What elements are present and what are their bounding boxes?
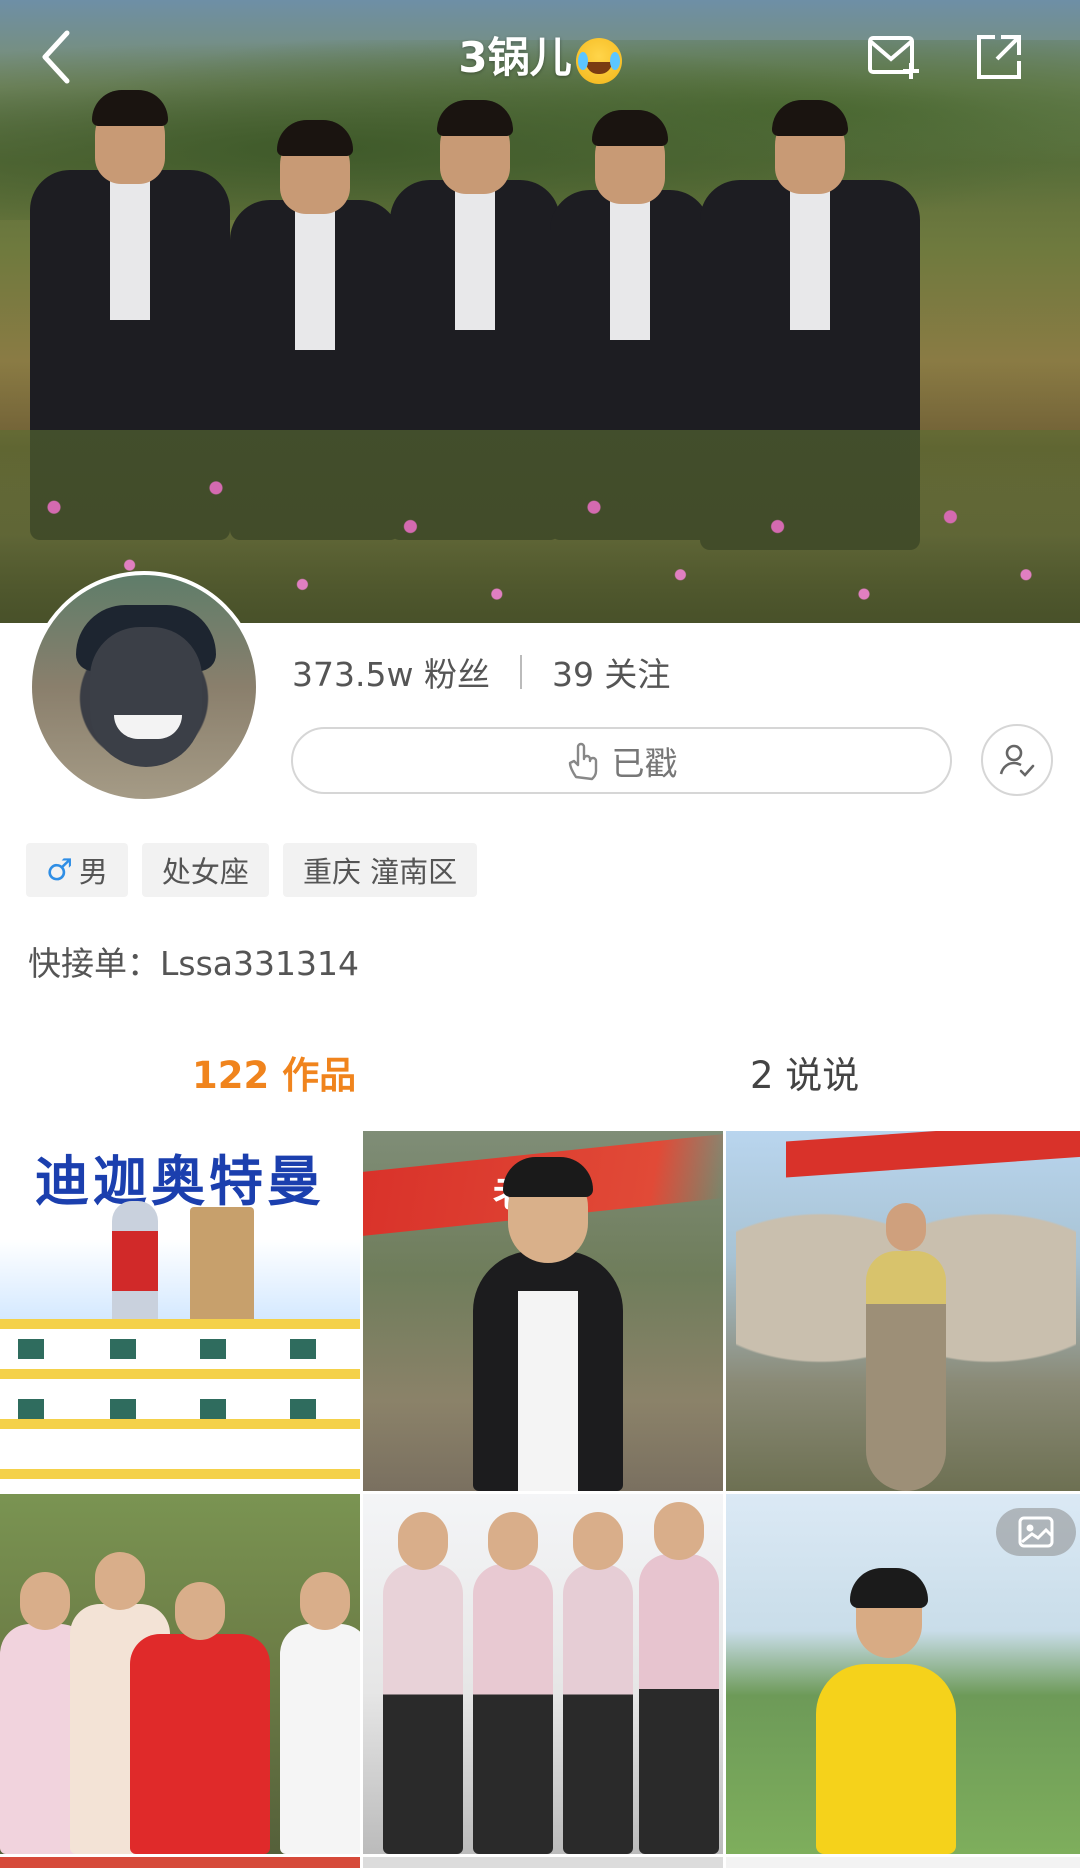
thumbnail-caption: 迪迦奥特曼 <box>35 1149 325 1213</box>
cover-image: 3锅儿 <box>0 0 1080 623</box>
thumbnail-figure <box>190 1207 254 1337</box>
tag-label: 处女座 <box>161 855 249 889</box>
profile-stats: 373.5w 粉丝 39 关注 <box>292 648 670 696</box>
finger-tap-icon <box>568 742 597 780</box>
message-button[interactable] <box>866 28 924 86</box>
male-icon: ♂ <box>46 852 73 888</box>
thumbnail-figure <box>563 1512 633 1854</box>
thumbnail-figure <box>473 1157 623 1491</box>
stats-divider <box>519 655 522 689</box>
poked-button[interactable]: 已戳 <box>291 727 952 794</box>
profile-tags: ♂ 男 处女座 重庆 潼南区 <box>26 843 478 897</box>
thumbnail-figure <box>816 1568 956 1854</box>
share-icon <box>977 35 1021 79</box>
gallery-icon <box>1018 1516 1054 1548</box>
tag-location: 重庆 潼南区 <box>282 843 478 897</box>
work-thumbnail[interactable] <box>0 1857 360 1868</box>
share-button[interactable] <box>970 28 1028 86</box>
work-thumbnail[interactable] <box>363 1494 723 1854</box>
tag-label: 男 <box>78 855 108 889</box>
work-thumbnail[interactable] <box>0 1494 360 1854</box>
work-thumbnail[interactable]: 迪迦奥特曼 <box>0 1131 360 1491</box>
work-thumbnail[interactable] <box>726 1494 1080 1854</box>
profile-name: 3锅儿 <box>458 33 572 82</box>
mail-plus-icon <box>868 36 919 79</box>
thumbnail-figure <box>130 1582 270 1854</box>
following-count[interactable]: 39 关注 <box>552 648 670 696</box>
tag-gender: ♂ 男 <box>26 843 128 897</box>
poked-label: 已戳 <box>611 743 678 783</box>
thumbnail-figure <box>866 1203 946 1491</box>
work-thumbnail[interactable] <box>363 1857 723 1868</box>
thumbnail-figure <box>473 1512 553 1854</box>
friend-status-button[interactable] <box>981 724 1053 796</box>
work-thumbnail[interactable] <box>726 1131 1080 1491</box>
thumbnail-figure <box>383 1512 463 1854</box>
thumbnail-building <box>0 1319 360 1491</box>
tag-label: 重庆 潼南区 <box>302 855 458 889</box>
followers-count[interactable]: 373.5w 粉丝 <box>292 648 490 696</box>
thumbnail-figure <box>280 1572 360 1854</box>
avatar[interactable] <box>28 571 260 803</box>
thumbnail-figure <box>639 1502 719 1854</box>
works-grid: 迪迦奥特曼 老家 <box>0 1131 1080 1868</box>
work-thumbnail[interactable] <box>726 1857 1080 1868</box>
tab-posts[interactable]: 2 说说 <box>750 1045 859 1099</box>
tab-works[interactable]: 122 作品 <box>192 1045 356 1099</box>
tag-zodiac: 处女座 <box>141 843 269 897</box>
profile-bio: 快接单：Lssa331314 <box>28 944 359 983</box>
gallery-badge <box>996 1508 1076 1556</box>
tears-of-joy-emoji <box>575 37 622 84</box>
work-thumbnail[interactable]: 老家 <box>363 1131 723 1491</box>
user-check-icon <box>999 744 1035 777</box>
